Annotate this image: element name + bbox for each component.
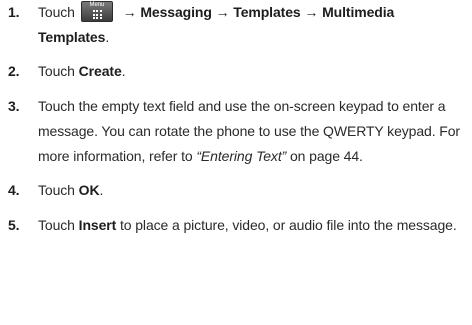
templates-label: Templates xyxy=(233,4,301,20)
step-4: 4. Touch OK. xyxy=(0,178,464,203)
step-text: Touch xyxy=(38,4,75,20)
step-text: Touch xyxy=(38,63,79,79)
cross-reference-link[interactable]: “Entering Text” xyxy=(196,148,286,164)
step-number: 5. xyxy=(8,217,20,233)
create-label: Create xyxy=(78,63,122,79)
step-text-after: on page 44. xyxy=(286,148,363,164)
period: . xyxy=(99,182,104,198)
period: . xyxy=(105,29,110,45)
insert-label: Insert xyxy=(78,217,117,233)
ok-label: OK xyxy=(78,182,100,198)
step-number: 1. xyxy=(8,4,20,20)
arrow: → xyxy=(211,4,234,20)
grid-dots-icon xyxy=(92,10,102,19)
step-text: Touch xyxy=(38,217,79,233)
arrow: → xyxy=(118,4,141,20)
arrow: → xyxy=(300,4,323,20)
period: . xyxy=(121,63,126,79)
step-number: 2. xyxy=(8,63,20,79)
step-2: 2. Touch Create. xyxy=(0,59,464,84)
step-number: 4. xyxy=(8,182,20,198)
menu-key-label: Menu xyxy=(89,2,105,8)
step-number: 3. xyxy=(8,98,20,114)
messaging-label: Messaging xyxy=(140,4,212,20)
step-text-after: to place a picture, video, or audio file… xyxy=(116,217,457,233)
instruction-page: 1. Touch Menu → Messaging → Templates → M… xyxy=(0,0,472,325)
step-1: 1. Touch Menu → Messaging → Templates → M… xyxy=(0,0,464,50)
step-5: 5. Touch Insert to place a picture, vide… xyxy=(0,213,464,238)
steps-list: 1. Touch Menu → Messaging → Templates → M… xyxy=(0,0,464,238)
step-3: 3. Touch the empty text field and use th… xyxy=(0,94,464,169)
step-text: Touch xyxy=(38,182,79,198)
menu-key-icon: Menu xyxy=(80,1,113,22)
